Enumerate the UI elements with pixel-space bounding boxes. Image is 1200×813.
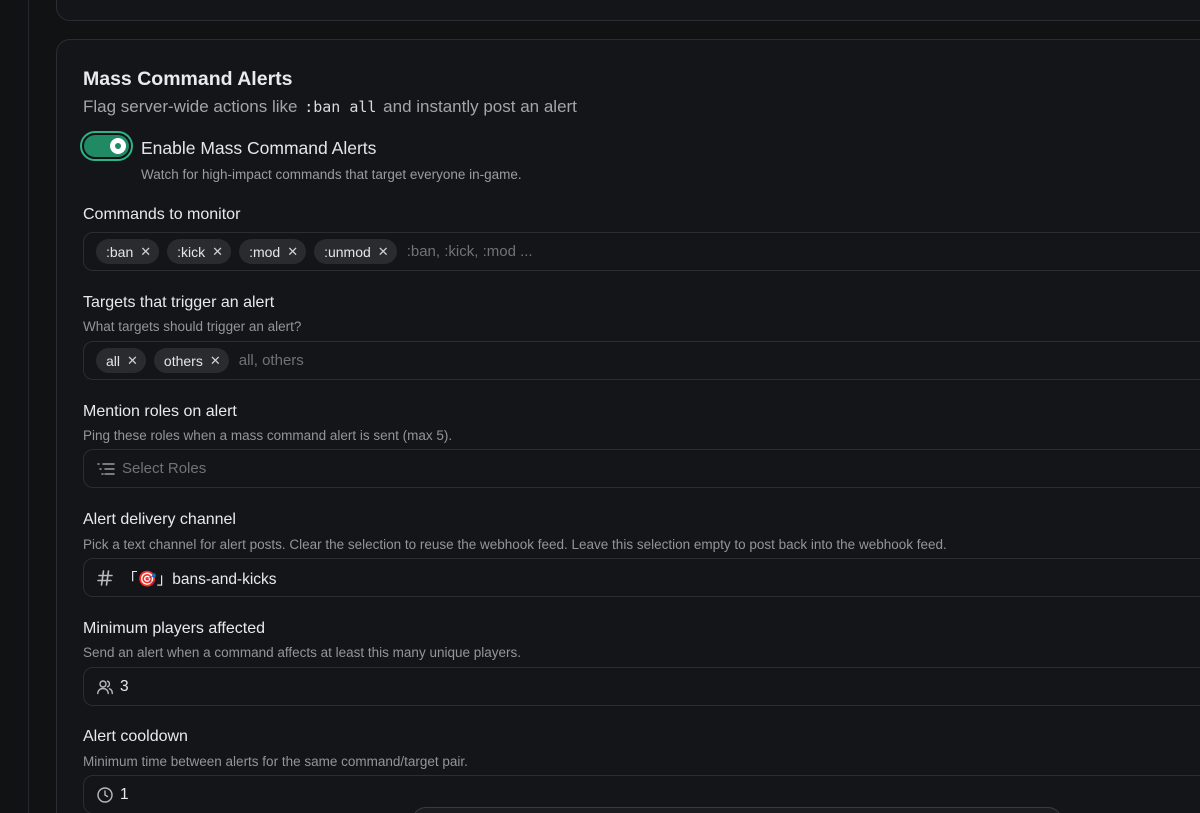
clock-icon [96,786,114,804]
close-icon[interactable]: ✕ [212,244,223,260]
command-chip: :ban ✕ [96,239,160,264]
previous-settings-card [56,0,1200,21]
list-filter-icon [96,461,116,477]
min-players-help: Send an alert when a command affects at … [83,645,521,660]
command-chip: :kick ✕ [167,239,232,264]
enable-alerts-toggle[interactable] [80,131,133,161]
floating-save-bar [412,807,1062,813]
commands-placeholder: :ban, :kick, :mod ... [406,243,533,260]
channel-label: Alert delivery channel [83,511,236,528]
roles-label: Mention roles on alert [83,403,237,420]
command-chip: :unmod ✕ [314,239,397,264]
toggle-description: Watch for high-impact commands that targ… [141,167,522,182]
section-description: Flag server-wide actions like :ban all a… [83,97,577,117]
section-desc-after: and instantly post an alert [378,97,577,116]
section-desc-before: Flag server-wide actions like [83,97,303,116]
chip-text: :unmod [324,243,371,260]
min-players-value: 3 [120,677,129,695]
roles-placeholder: Select Roles [122,460,207,477]
cooldown-label: Alert cooldown [83,728,188,745]
close-icon[interactable]: ✕ [140,244,151,260]
target-chip: others ✕ [153,348,229,373]
targets-input[interactable]: all ✕ others ✕ all, others [83,341,1200,380]
toggle-knob [110,138,126,154]
close-icon[interactable]: ✕ [127,353,138,369]
targets-help: What targets should trigger an alert? [83,319,302,334]
chip-text: :kick [177,243,206,260]
channel-value: 「🎯」bans-and-kicks [122,570,277,588]
cooldown-help: Minimum time between alerts for the same… [83,754,468,769]
commands-label: Commands to monitor [83,206,241,223]
chip-text: others [163,352,203,369]
channel-help: Pick a text channel for alert posts. Cle… [83,537,947,552]
min-players-input[interactable]: 3 [83,667,1200,706]
targets-label: Targets that trigger an alert [83,294,275,311]
hash-icon [96,569,114,587]
commands-input[interactable]: :ban ✕ :kick ✕ :mod ✕ :unmod ✕ :ban, :kick, … [83,232,1200,271]
chip-text: :mod [249,243,281,260]
roles-help: Ping these roles when a mass command ale… [83,428,453,443]
chip-text: all [106,352,121,369]
toggle-label: Enable Mass Command Alerts [141,138,377,158]
settings-page: Mass Command Alerts Flag server-wide act… [0,0,1200,813]
min-players-label: Minimum players affected [83,620,265,637]
toggle-track [84,135,129,157]
close-icon[interactable]: ✕ [378,244,389,260]
section-title: Mass Command Alerts [83,68,293,90]
chip-text: :ban [106,243,134,260]
target-chip: all ✕ [96,348,146,373]
section-desc-code: :ban all [304,98,377,116]
close-icon[interactable]: ✕ [210,353,221,369]
command-chip: :mod ✕ [239,239,307,264]
users-icon [96,678,114,696]
roles-select[interactable]: Select Roles [83,449,1200,488]
cooldown-value: 1 [120,785,129,803]
sidebar-divider [28,0,29,813]
close-icon[interactable]: ✕ [287,244,298,260]
targets-placeholder: all, others [238,352,304,369]
channel-select[interactable]: 「🎯」bans-and-kicks [83,558,1200,597]
